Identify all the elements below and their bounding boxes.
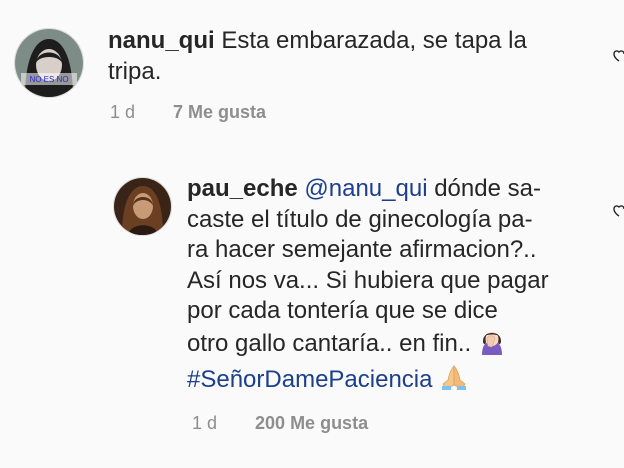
mention-link[interactable]: @nanu_qui — [304, 175, 427, 202]
username[interactable]: nanu_qui — [108, 27, 215, 54]
comment-body-line5: por cada tontería que se dice — [187, 297, 498, 324]
comment-meta: 1 d 200 Me gusta — [192, 413, 368, 434]
avatar-image: NO ES NO — [15, 29, 83, 97]
comment-time: 1 d — [110, 102, 136, 122]
likes-count[interactable]: 200 Me gusta — [255, 413, 368, 433]
heart-icon[interactable] — [612, 50, 624, 64]
reply-pau-eche: pau_eche @nanu_qui dónde sa- caste el tí… — [0, 160, 624, 460]
comment-body-line2: caste el título de ginecología pa- — [187, 205, 533, 233]
username[interactable]: pau_eche — [187, 175, 298, 202]
hashtag-link[interactable]: #SeñorDamePaciencia — [187, 366, 432, 393]
comment-meta: 1 d 7 Me gusta — [110, 102, 266, 123]
comment-body-line3: ra hacer semejante afirmacion?.. — [187, 236, 537, 263]
comment-body-line1: dónde sa- — [427, 175, 541, 202]
comment-text: nanu_qui Esta embarazada, se tapa la tri… — [108, 26, 588, 87]
comment-nanu-qui: NO ES NO nanu_qui Esta embarazada, se ta… — [0, 0, 624, 140]
woman-facepalming-icon — [478, 327, 506, 364]
heart-icon[interactable] — [612, 205, 624, 219]
avatar[interactable] — [113, 177, 172, 236]
comment-body-line1: Esta embarazada, se tapa la — [221, 27, 527, 54]
folded-hands-icon — [439, 363, 469, 400]
avatar[interactable]: NO ES NO — [14, 28, 84, 98]
likes-count[interactable]: 7 Me gusta — [173, 102, 266, 122]
avatar-caption: NO ES NO — [29, 75, 68, 84]
comment-time: 1 d — [192, 413, 218, 433]
comment-text: pau_eche @nanu_qui dónde sa- caste el tí… — [187, 174, 587, 400]
avatar-image — [114, 178, 171, 235]
comment-body-line4: Así nos va... Si hubiera que pagar — [187, 266, 549, 294]
comment-body-line6: otro gallo cantaría.. en fin.. — [187, 329, 472, 357]
comment-body-line2: tripa. — [108, 57, 162, 85]
